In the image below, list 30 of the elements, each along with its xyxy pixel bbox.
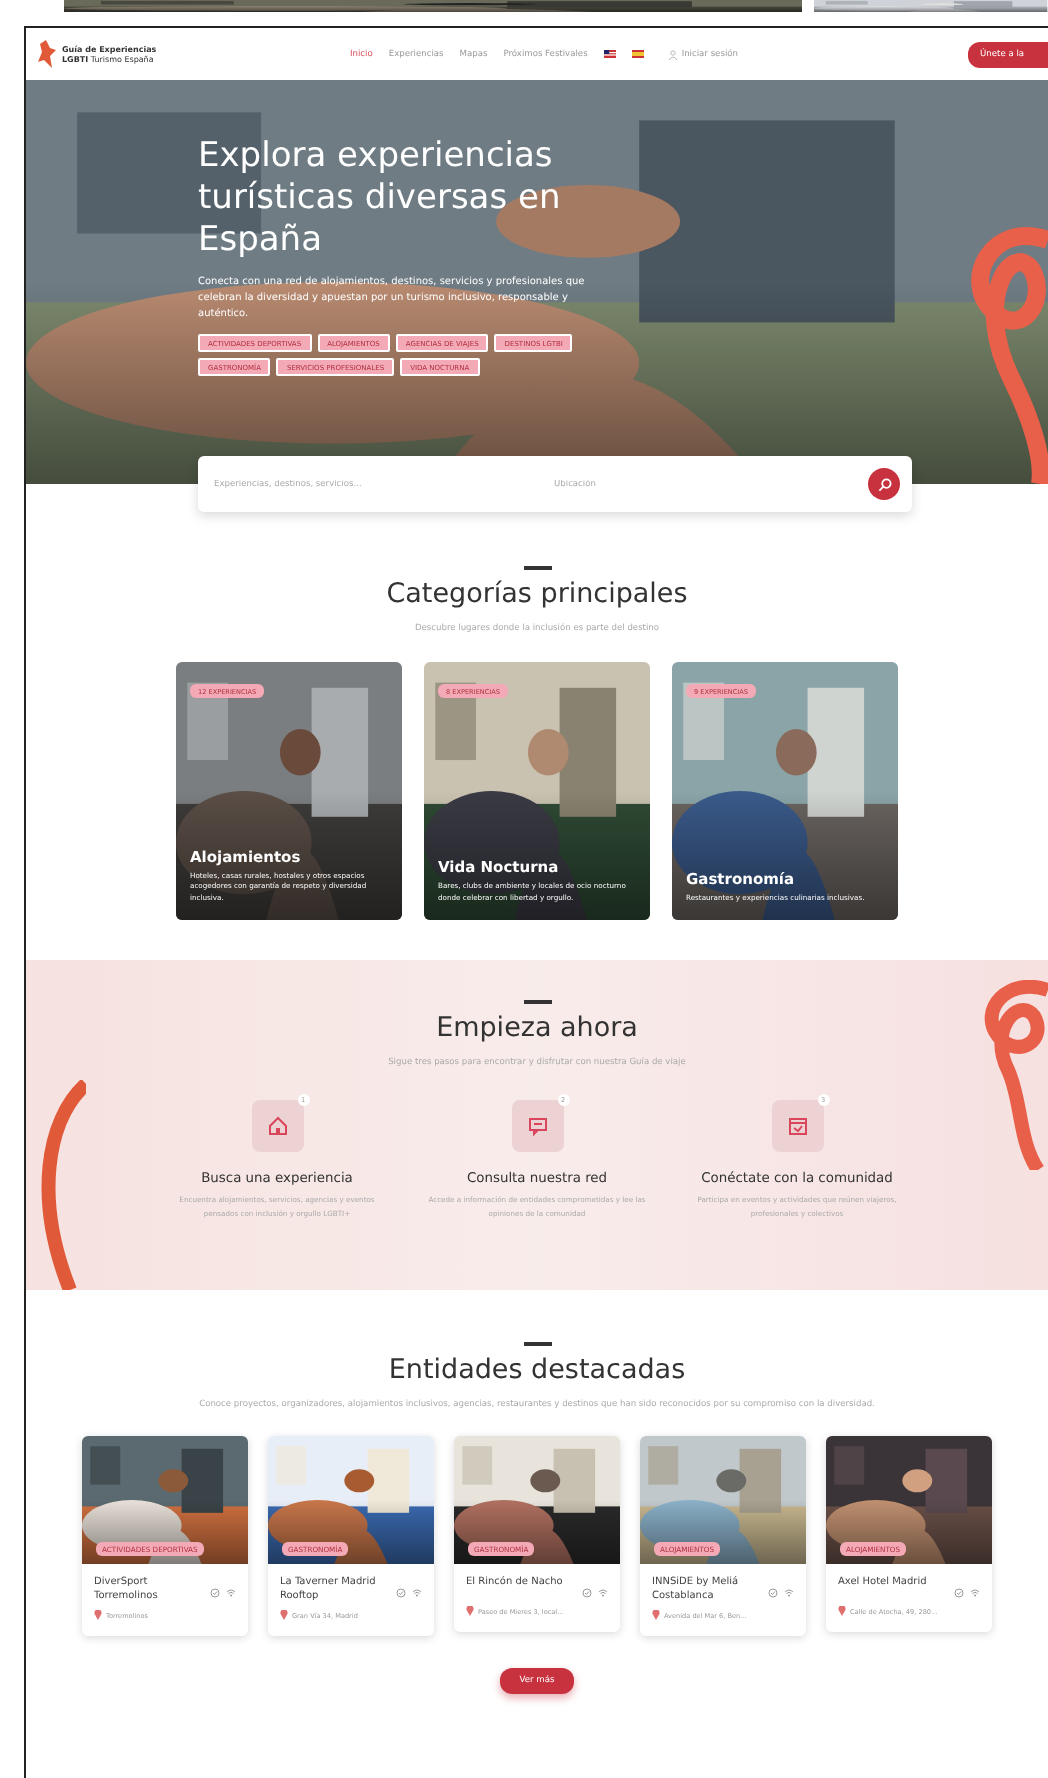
pin-icon [94, 1610, 102, 1620]
hero-title: Explora experiencias turísticas diversas en España [198, 136, 563, 262]
chat-icon [527, 1116, 547, 1136]
circle-check-icon [396, 1588, 406, 1598]
pin-icon [652, 1610, 660, 1620]
us-flag-icon [603, 50, 616, 58]
circle-check-icon [582, 1588, 592, 1598]
title-rule [523, 1342, 551, 1346]
pin-icon [466, 1606, 474, 1616]
circle-check-icon [210, 1588, 220, 1598]
wifi-icon [412, 1588, 422, 1598]
wifi-icon [784, 1588, 794, 1598]
pin-icon [280, 1610, 288, 1620]
pin-icon [838, 1606, 846, 1616]
spain-flag-icon [631, 50, 644, 58]
section-title: Empieza ahora [436, 1012, 638, 1044]
wifi-icon [226, 1588, 236, 1598]
wifi-icon [970, 1588, 980, 1598]
circle-check-icon [768, 1588, 778, 1598]
calendar-icon [787, 1116, 807, 1136]
section-title: Entidades destacadas [388, 1354, 686, 1386]
circle-check-icon [954, 1588, 964, 1598]
search-button[interactable] [868, 468, 900, 500]
search-icon [877, 477, 891, 491]
user-icon [667, 49, 678, 59]
section-title: Categorías principales [386, 578, 688, 610]
title-rule [523, 566, 551, 570]
wifi-icon [598, 1588, 608, 1598]
house-icon [267, 1116, 287, 1136]
title-rule [523, 1000, 551, 1004]
